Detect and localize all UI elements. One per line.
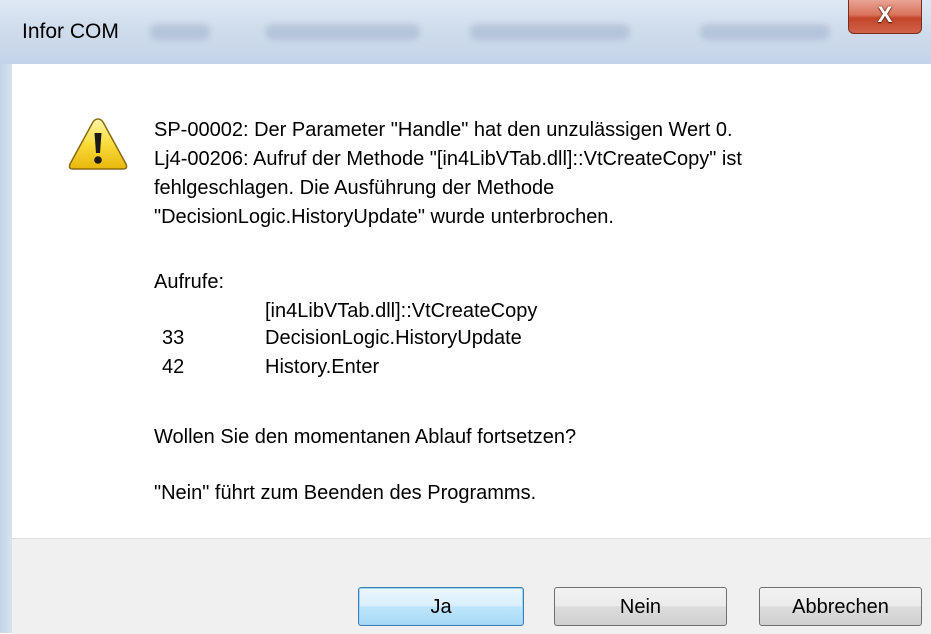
call-line-number: 42 (162, 356, 185, 378)
window-title: Infor COM (22, 20, 119, 43)
yes-button[interactable]: Ja (358, 587, 524, 626)
question-text: Wollen Sie den momentanen Ablauf fortset… (154, 426, 577, 448)
note-text: "Nein" führt zum Beenden des Programms. (154, 482, 537, 504)
warning-icon (68, 118, 128, 170)
error-message: SP-00002: Der Parameter "Handle" hat den… (154, 116, 914, 232)
call-name: DecisionLogic.HistoryUpdate (265, 327, 522, 349)
message-line: "DecisionLogic.HistoryUpdate" wurde unte… (154, 206, 614, 228)
title-bar[interactable]: Infor COM X (0, 0, 931, 64)
close-button[interactable]: X (848, 0, 922, 34)
message-line: Lj4-00206: Aufruf der Methode "[in4LibVT… (154, 148, 742, 170)
button-bar: Ja Nein Abbrechen (12, 538, 931, 634)
background-blur (700, 24, 830, 40)
background-blur (265, 24, 420, 40)
close-icon: X (877, 2, 893, 27)
background-blur (150, 24, 210, 40)
window-frame (0, 64, 12, 633)
background-blur (470, 24, 630, 40)
message-line: SP-00002: Der Parameter "Handle" hat den… (154, 119, 733, 141)
no-button[interactable]: Nein (554, 587, 727, 626)
message-line: fehlgeschlagen. Die Ausführung der Metho… (154, 177, 555, 199)
call-name: History.Enter (265, 356, 380, 378)
call-name: [in4LibVTab.dll]::VtCreateCopy (265, 300, 538, 322)
call-line-number: 33 (162, 327, 185, 349)
calls-label: Aufrufe: (154, 271, 225, 293)
cancel-button[interactable]: Abbrechen (759, 587, 922, 626)
dialog-content: SP-00002: Der Parameter "Handle" hat den… (12, 64, 931, 538)
